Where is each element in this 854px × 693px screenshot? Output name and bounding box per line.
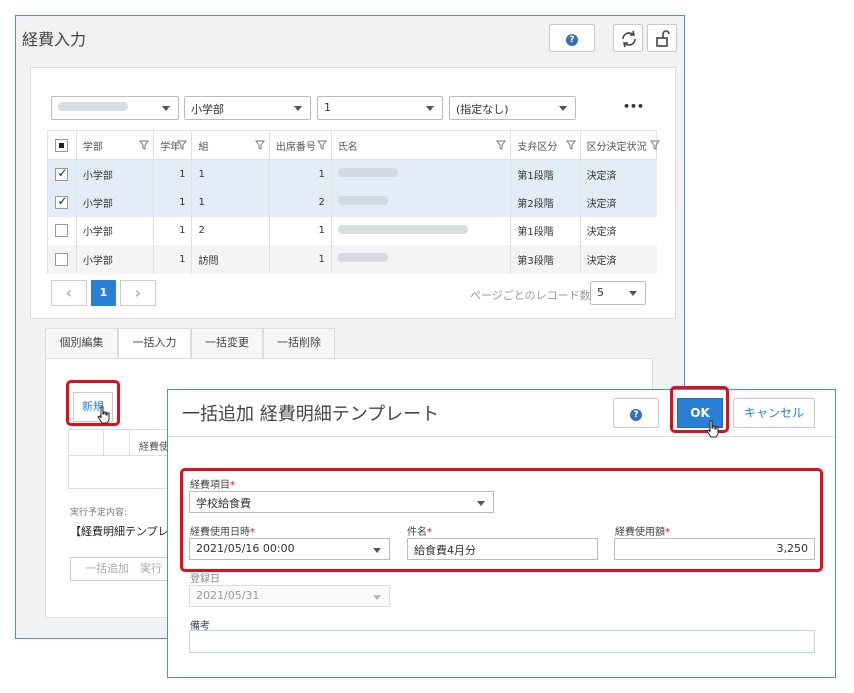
tab-bulk-input[interactable]: 一括入力 <box>118 328 191 359</box>
student-panel: 小学部 1 (指定なし) ••• 学部 学年 組 出席番号 氏名 支弁区分 区分… <box>30 67 676 319</box>
select-all-cell[interactable] <box>47 130 77 160</box>
filter-icon[interactable] <box>650 140 660 150</box>
class-select[interactable]: (指定なし) <box>449 96 576 120</box>
cursor-hand-icon <box>706 420 719 438</box>
tab-individual-edit[interactable]: 個別編集 <box>45 328 118 358</box>
filter-icon[interactable] <box>254 140 265 150</box>
highlight-required-fields <box>180 468 823 572</box>
filter-icon[interactable] <box>139 140 150 150</box>
dialog-help-button[interactable]: ? <box>613 398 659 428</box>
help-icon: ? <box>630 409 642 421</box>
exec-label: 実行予定内容: <box>70 508 128 518</box>
filter-icon[interactable] <box>177 140 188 150</box>
dialog-divider <box>168 436 835 437</box>
col-expense-use: 経費使 <box>139 442 169 453</box>
per-page-select[interactable]: 5 <box>590 281 646 305</box>
table-row[interactable]: 小学部111 第1段階決定済 <box>47 159 657 188</box>
col-dept[interactable]: 学部 <box>75 130 155 160</box>
more-menu-button[interactable]: ••• <box>623 100 644 113</box>
pager-prev-button[interactable]: ‹ <box>51 280 87 306</box>
table-row[interactable]: 小学部112 第2段階決定済 <box>47 188 657 217</box>
registration-date-select: 2021/05/31 <box>189 585 390 607</box>
col-class[interactable]: 組 <box>191 130 270 160</box>
tab-bulk-change[interactable]: 一括変更 <box>191 328 263 358</box>
filter-icon[interactable] <box>496 140 507 150</box>
select-all-checkbox[interactable] <box>55 138 69 152</box>
dept-select[interactable]: 小学部 <box>184 96 311 120</box>
grade-select[interactable]: 1 <box>317 96 443 120</box>
highlight-ok-button <box>670 386 729 433</box>
cursor-hand-icon <box>97 406 110 424</box>
name-redacted <box>337 253 388 263</box>
memo-input[interactable] <box>189 630 815 653</box>
col-grade[interactable]: 学年 <box>153 130 193 160</box>
row-checkbox[interactable] <box>55 224 69 238</box>
help-icon: ? <box>566 34 578 46</box>
table-row[interactable]: 小学部 1 訪問 1 第3段階 決定済 <box>47 245 657 274</box>
bulk-exec-button[interactable]: 一括追加 実行 <box>70 557 180 581</box>
row-checkbox[interactable] <box>55 194 69 209</box>
name-redacted <box>337 196 388 206</box>
unlock-button[interactable] <box>647 24 677 52</box>
pager-next-button[interactable]: › <box>120 280 156 306</box>
col-status[interactable]: 区分決定状況 <box>579 130 660 160</box>
pager-page-button[interactable]: 1 <box>91 280 116 306</box>
table-row[interactable]: 小学部 1 2 1 第1段階 決定済 <box>47 216 657 245</box>
col-support[interactable]: 支弁区分 <box>510 130 581 160</box>
per-page-label: ページごとのレコード数 <box>470 289 591 302</box>
name-redacted <box>337 224 468 234</box>
cancel-button[interactable]: キャンセル <box>733 398 815 428</box>
student-table: 学部 学年 組 出席番号 氏名 支弁区分 区分決定状況 小学部111 第1段階決… <box>47 130 660 274</box>
highlight-new-button <box>66 380 120 426</box>
filter-icon[interactable] <box>316 140 327 150</box>
row-checkbox[interactable] <box>55 252 69 266</box>
name-redacted <box>337 168 398 177</box>
dialog-title: 一括追加 経費明細テンプレート <box>182 404 440 425</box>
col-name[interactable]: 氏名 <box>330 130 512 160</box>
refresh-icon <box>622 30 636 48</box>
col-number[interactable]: 出席番号 <box>268 130 332 160</box>
page-title: 経費入力 <box>22 30 87 49</box>
registration-date-label: 登録日 <box>190 574 220 585</box>
refresh-button[interactable] <box>613 24 643 52</box>
school-select[interactable] <box>51 96 179 120</box>
filter-icon[interactable] <box>565 140 576 150</box>
row-checkbox[interactable] <box>55 166 69 181</box>
help-button[interactable]: ? <box>549 24 595 52</box>
tab-bulk-delete[interactable]: 一括削除 <box>263 328 335 358</box>
unlock-icon <box>656 30 670 47</box>
exec-value: 【経費明細テンプレー <box>70 525 180 538</box>
